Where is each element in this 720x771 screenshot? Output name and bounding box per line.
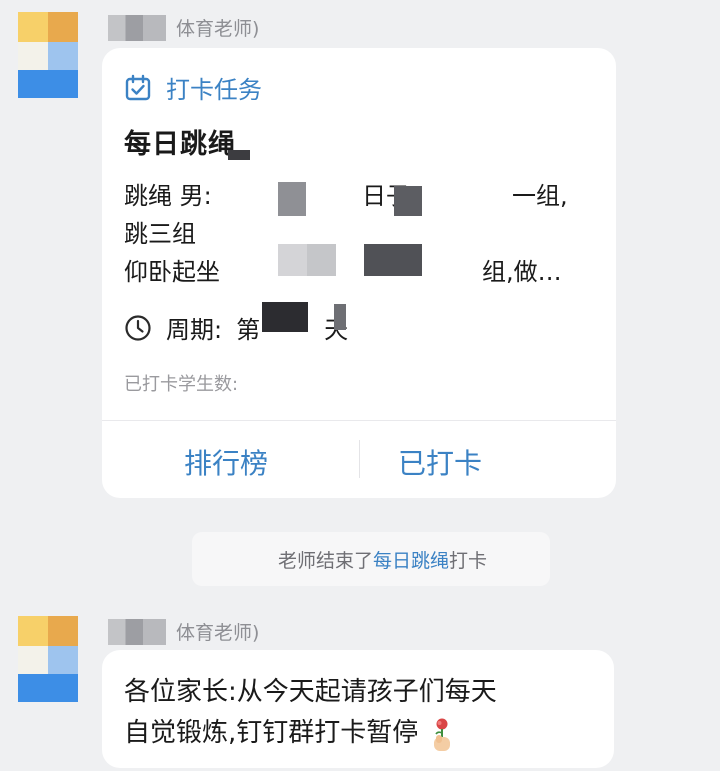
task-line-3-start: 仰卧起坐 — [124, 258, 220, 286]
message-line-2-text: 自觉锻炼,钉钉群打卡暂停 — [124, 718, 419, 748]
task-cycle: 周期: 第 天 — [124, 310, 348, 345]
leaderboard-button[interactable]: 排行榜 — [184, 442, 268, 482]
calendar-check-icon — [125, 74, 151, 100]
privacy-mosaic — [228, 150, 250, 160]
cycle-first: 第 — [236, 316, 261, 344]
blurred-name — [108, 618, 166, 645]
sender-avatar[interactable] — [18, 616, 78, 702]
task-line-1-start: 跳绳 男: — [124, 182, 212, 210]
sender-role: 体育老师) — [176, 622, 260, 644]
privacy-mosaic — [334, 304, 346, 330]
chat-screen: 体育老师) 打卡任务 每日跳绳 跳绳 男: 日子 一组, 跳三组 仰卧起坐 组,… — [0, 0, 720, 771]
sender-name: 体育老师) — [108, 14, 259, 41]
task-line-1-end: 一组, — [512, 182, 568, 210]
privacy-mosaic — [394, 186, 422, 216]
system-notice: 老师结束了 每日跳绳 打卡 — [192, 532, 550, 586]
card-tag-label: 打卡任务 — [166, 76, 262, 104]
task-line-2: 跳三组 — [124, 220, 196, 248]
sender-name: 体育老师) — [108, 618, 259, 645]
blurred-name — [108, 14, 166, 41]
cycle-label: 周期: — [166, 316, 223, 344]
privacy-mosaic — [278, 182, 306, 216]
checked-in-button[interactable]: 已打卡 — [398, 442, 482, 482]
card-divider — [102, 420, 616, 421]
task-line-3-end: 组,做… — [482, 258, 562, 286]
card-tag: 打卡任务 — [124, 70, 262, 105]
message-line-2: 自觉锻炼,钉钉群打卡暂停 — [124, 713, 592, 754]
message-line-1: 各位家长:从今天起请孩子们每天 — [124, 677, 497, 707]
clock-icon — [125, 314, 151, 341]
task-title: 每日跳绳 — [124, 129, 236, 160]
sender-role: 体育老师) — [176, 18, 260, 40]
notice-prefix: 老师结束了 — [278, 549, 374, 572]
sender-avatar[interactable] — [18, 12, 78, 98]
checkin-count-label: 已打卡学生数: — [124, 374, 239, 395]
message-bubble[interactable]: 各位家长:从今天起请孩子们每天 自觉锻炼,钉钉群打卡暂停 — [102, 650, 614, 768]
privacy-mosaic — [364, 244, 422, 276]
privacy-mosaic — [262, 302, 308, 332]
rose-hand-icon — [427, 717, 457, 751]
button-divider — [359, 440, 360, 478]
notice-suffix: 打卡 — [449, 549, 488, 572]
privacy-mosaic — [278, 244, 336, 276]
notice-task-link[interactable]: 每日跳绳 — [373, 546, 449, 573]
checkin-task-card[interactable]: 打卡任务 每日跳绳 跳绳 男: 日子 一组, 跳三组 仰卧起坐 组,做… 周期:… — [102, 48, 616, 498]
